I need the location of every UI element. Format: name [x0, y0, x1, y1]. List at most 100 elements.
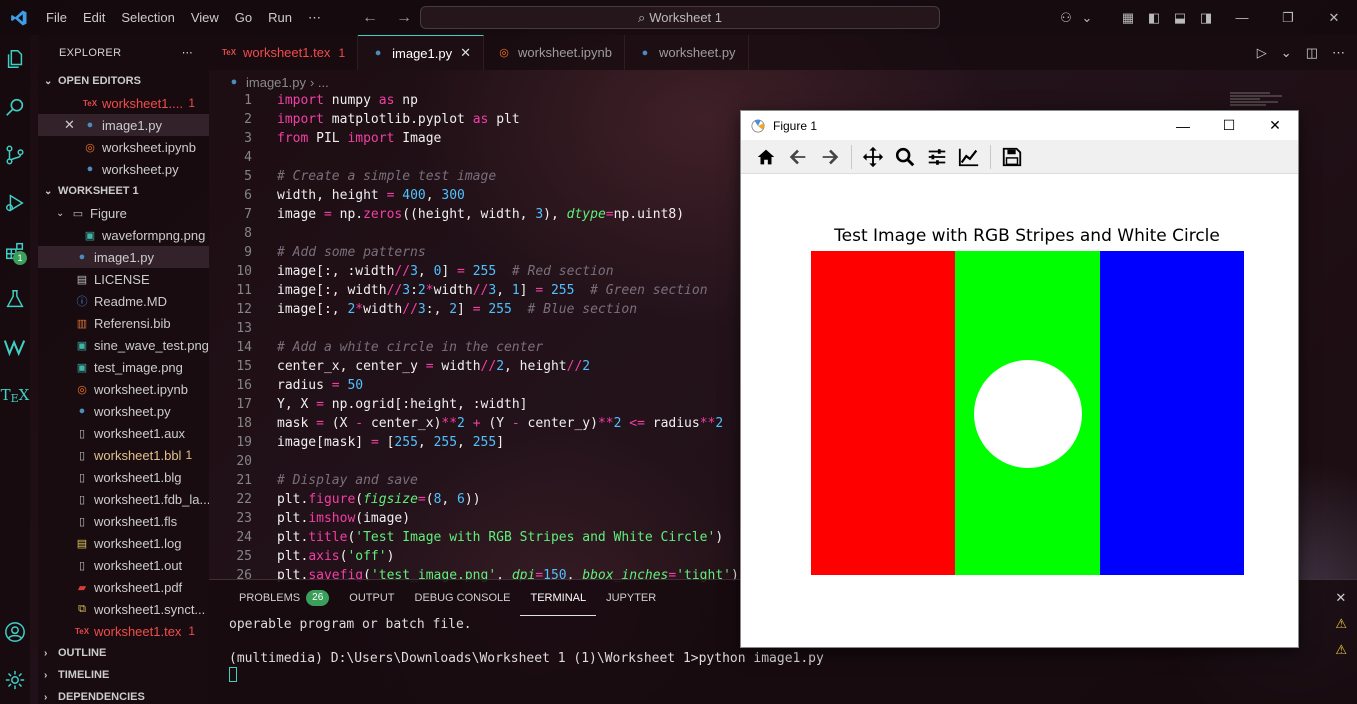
file-item[interactable]: ▯ worksheet1.out [38, 554, 209, 576]
manage-gear-icon[interactable] [0, 656, 30, 704]
forward-arrow-icon[interactable]: → [396, 9, 412, 27]
file-item[interactable]: ▣ test_image.png [38, 356, 209, 378]
tab-output[interactable]: OUTPUT [339, 580, 404, 616]
menu-edit[interactable]: Edit [75, 0, 113, 35]
menu-go[interactable]: Go [227, 0, 260, 35]
workspace-section[interactable]: ⌄ WORKSHEET 1 [38, 180, 209, 202]
tab-worksheet-ipynb[interactable]: ◎ worksheet.ipynb [484, 35, 625, 70]
tex-extension-icon[interactable]: TEX [0, 371, 30, 419]
file-item[interactable]: ⓘ Readme.MD [38, 290, 209, 312]
minimize-icon[interactable]: — [1160, 111, 1206, 140]
more-actions-icon[interactable]: ⋯ [1332, 45, 1345, 61]
open-editor-item[interactable]: TeX worksheet1.... 1 [38, 92, 209, 114]
toggle-secondary-sidebar-icon[interactable]: ◨ [1193, 10, 1219, 26]
menu-file[interactable]: File [38, 0, 75, 35]
home-icon[interactable] [753, 144, 779, 170]
forward-icon[interactable] [817, 144, 843, 170]
breadcrumb-rest[interactable]: › ... [310, 75, 329, 90]
figure-title-bar[interactable]: Figure 1 — ☐ ✕ [741, 111, 1298, 140]
edit-axis-icon[interactable] [956, 144, 982, 170]
title-actions: ⚇ ⌄ ▦ ◧ ⬓ ◨ — ❐ ✕ [1053, 0, 1357, 35]
figure-window: Figure 1 — ☐ ✕ Test Image with RGB Strip… [740, 110, 1299, 648]
close-icon[interactable]: ✕ [1252, 111, 1298, 140]
testing-flask-icon[interactable] [0, 275, 30, 323]
search-icon[interactable] [0, 83, 30, 131]
pan-icon[interactable] [860, 144, 886, 170]
plot-canvas[interactable]: Test Image with RGB Stripes and White Ci… [741, 174, 1298, 647]
configure-subplots-icon[interactable] [924, 144, 950, 170]
account-icon[interactable] [0, 608, 30, 656]
source-control-icon[interactable] [0, 131, 30, 179]
tab-image1-py[interactable]: ● image1.py ✕ [358, 35, 485, 70]
file-item[interactable]: ● worksheet.py [38, 400, 209, 422]
menu-more[interactable]: ⋯ [300, 0, 329, 35]
file-item[interactable]: ▯ worksheet1.aux [38, 422, 209, 444]
file-item[interactable]: ▯ worksheet1.bbl 1 [38, 444, 209, 466]
code-line[interactable]: 1 import numpy as np [209, 91, 1357, 110]
tab-problems[interactable]: PROBLEMS 26 [229, 580, 339, 616]
file-item[interactable]: ▤ LICENSE [38, 268, 209, 290]
file-item[interactable]: ● image1.py [38, 246, 209, 268]
outline-section[interactable]: › OUTLINE [38, 642, 209, 664]
menu-view[interactable]: View [183, 0, 227, 35]
minimize-icon[interactable]: — [1219, 10, 1265, 25]
run-debug-icon[interactable] [0, 179, 30, 227]
more-actions-icon[interactable]: ⋯ [182, 46, 193, 59]
command-center-search[interactable]: ⌕ Worksheet 1 [420, 6, 940, 29]
file-item[interactable]: ▯ worksheet1.blg [38, 466, 209, 488]
minimap[interactable] [1230, 91, 1290, 111]
toggle-panel-icon[interactable]: ⬓ [1167, 10, 1193, 26]
toggle-sidebar-icon[interactable]: ◧ [1141, 10, 1167, 26]
menu-run[interactable]: Run [260, 0, 300, 35]
close-window-icon[interactable]: ✕ [1311, 10, 1357, 26]
zoom-icon[interactable] [892, 144, 918, 170]
save-icon[interactable] [999, 144, 1025, 170]
chevron-down-icon[interactable]: ⌄ [1281, 45, 1292, 61]
open-editor-item[interactable]: ◎ worksheet.ipynb [38, 136, 209, 158]
file-item[interactable]: ▣ sine_wave_test.png [38, 334, 209, 356]
open-editor-item[interactable]: ● worksheet.py [38, 158, 209, 180]
back-arrow-icon[interactable]: ← [362, 9, 378, 27]
file-item[interactable]: ▣ waveformpng.png [38, 224, 209, 246]
file-item[interactable]: ▰ worksheet1.pdf [38, 576, 209, 598]
copilot-icon[interactable]: ⚇ [1053, 10, 1079, 26]
menu-selection[interactable]: Selection [113, 0, 182, 35]
file-label: worksheet1.fls [94, 513, 178, 529]
file-item[interactable]: ▤ worksheet1.log [38, 532, 209, 554]
file-item[interactable]: ⧉ worksheet1.synct... [38, 598, 209, 620]
warning-icon[interactable]: ⚠ [1335, 616, 1347, 632]
file-item[interactable]: ▯ worksheet1.fls [38, 510, 209, 532]
open-editors-section[interactable]: ⌄ OPEN EDITORS [38, 70, 209, 92]
dependencies-section[interactable]: › DEPENDENCIES [38, 686, 209, 704]
tab-debug-console[interactable]: DEBUG CONSOLE [405, 580, 521, 616]
file-item[interactable]: ▥ Referensi.bib [38, 312, 209, 334]
back-icon[interactable] [785, 144, 811, 170]
explorer-icon[interactable] [0, 35, 30, 83]
timeline-section[interactable]: › TIMELINE [38, 664, 209, 686]
breadcrumb-file[interactable]: image1.py [246, 75, 306, 90]
tab-worksheet1-tex[interactable]: TeX worksheet1.tex 1 [209, 35, 359, 70]
maximize-icon[interactable]: ☐ [1206, 111, 1252, 140]
layout-customize-icon[interactable]: ▦ [1115, 10, 1141, 26]
folder-item[interactable]: ⌄ ▭ Figure [38, 202, 209, 224]
tab-terminal[interactable]: TERMINAL [520, 580, 597, 616]
close-tab-icon[interactable]: ✕ [460, 45, 471, 61]
warning-icon[interactable]: ⚠ [1335, 642, 1347, 658]
vscode-logo-icon[interactable] [0, 0, 38, 35]
file-item[interactable]: ◎ worksheet.ipynb [38, 378, 209, 400]
extensions-icon[interactable]: 1 [0, 227, 30, 275]
run-icon[interactable]: ▷ [1257, 45, 1267, 61]
file-item[interactable]: ▯ worksheet1.fdb_la... [38, 488, 209, 510]
close-notification-icon[interactable]: ✕ [1335, 590, 1347, 606]
code-text: width, height = 400, 300 [277, 188, 465, 203]
wave-extension-icon[interactable] [0, 323, 30, 371]
split-editor-icon[interactable]: ◫ [1306, 45, 1318, 61]
file-item[interactable]: TeX worksheet1.tex 1 [38, 620, 209, 642]
close-editor-icon[interactable]: ✕ [64, 117, 82, 133]
restore-icon[interactable]: ❐ [1265, 10, 1311, 26]
blue-stripe [1099, 251, 1244, 575]
tab-worksheet-py[interactable]: ● worksheet.py [625, 35, 749, 70]
chevron-down-icon[interactable]: ⌄ [1079, 10, 1095, 26]
open-editor-item[interactable]: ✕ ● image1.py [38, 114, 209, 136]
tab-jupyter[interactable]: JUPYTER [596, 580, 666, 616]
